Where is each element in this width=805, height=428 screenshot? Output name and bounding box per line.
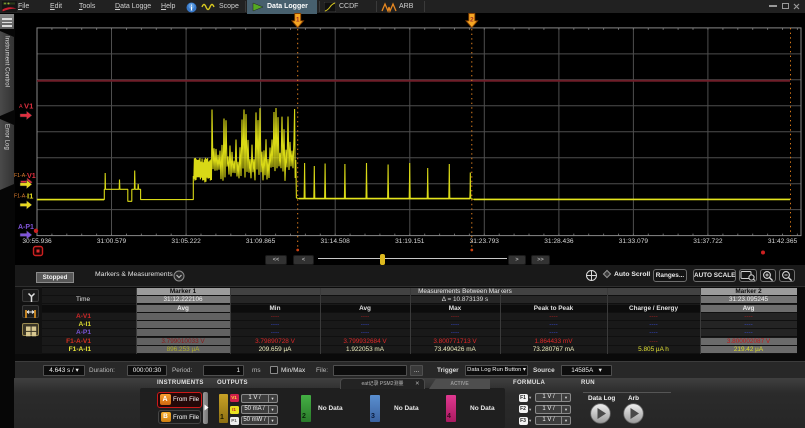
svg-text:31:00.579: 31:00.579	[97, 238, 127, 245]
svg-text:31:42.365: 31:42.365	[768, 238, 798, 245]
svg-text:31:19.151: 31:19.151	[395, 238, 425, 245]
svg-text:31:09.865: 31:09.865	[246, 238, 276, 245]
svg-text:31:28.436: 31:28.436	[544, 238, 574, 245]
svg-text:F1-A-: F1-A-	[14, 194, 27, 200]
svg-text:31:14.508: 31:14.508	[321, 238, 351, 245]
svg-text:31:05.222: 31:05.222	[171, 238, 201, 245]
svg-text:A: A	[19, 104, 23, 110]
svg-text:31:33.079: 31:33.079	[619, 238, 649, 245]
svg-text:2: 2	[470, 17, 474, 24]
svg-text:F1-A-: F1-A-	[14, 173, 27, 179]
svg-text:A-P1: A-P1	[18, 224, 34, 231]
svg-text:1: 1	[296, 17, 300, 24]
svg-text:I1: I1	[27, 192, 34, 201]
svg-text:31:37.722: 31:37.722	[693, 238, 723, 245]
svg-text:V1: V1	[24, 102, 34, 111]
svg-text:31:23.793: 31:23.793	[470, 238, 500, 245]
